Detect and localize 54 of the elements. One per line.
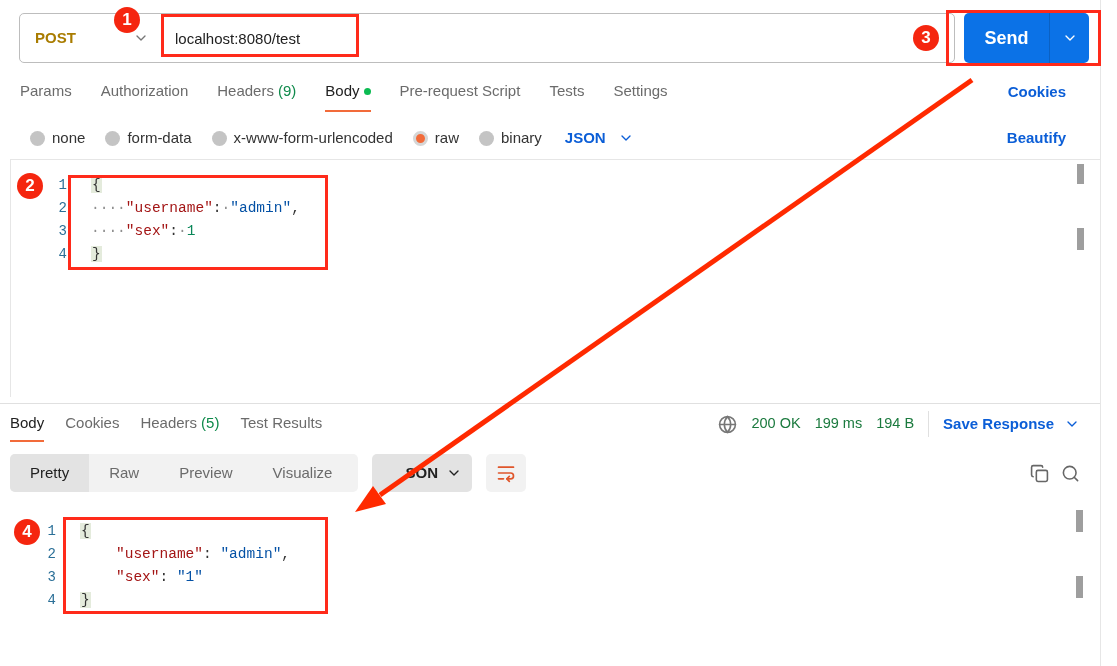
request-tab[interactable]: Headers (9) bbox=[217, 72, 297, 112]
view-mode-tab[interactable]: Visualize bbox=[252, 454, 353, 492]
annotation-number: 3 bbox=[913, 25, 939, 51]
request-tab[interactable]: Body bbox=[325, 72, 371, 112]
send-options-button[interactable] bbox=[1049, 13, 1089, 63]
body-type-radio[interactable]: binary bbox=[478, 126, 542, 150]
view-mode-tab[interactable]: Raw bbox=[89, 454, 160, 492]
request-tab[interactable]: Settings bbox=[613, 72, 668, 112]
wrap-text-icon bbox=[496, 463, 516, 483]
response-size: 194 B bbox=[876, 414, 915, 434]
request-tab[interactable]: Pre-request Script bbox=[399, 72, 521, 112]
line-number: 3 bbox=[47, 568, 56, 587]
response-tab[interactable]: Cookies bbox=[65, 406, 120, 442]
globe-icon[interactable] bbox=[718, 414, 738, 434]
line-number: 1 bbox=[47, 522, 56, 541]
response-tab[interactable]: Headers (5) bbox=[140, 406, 220, 442]
annotation-number: 2 bbox=[17, 173, 43, 199]
code-line: ····"username":·"admin", bbox=[91, 198, 300, 218]
request-tab[interactable]: Tests bbox=[549, 72, 585, 112]
line-number: 2 bbox=[58, 199, 67, 218]
body-type-radio[interactable]: x-www-form-urlencoded bbox=[211, 126, 393, 150]
code-line: "username": "admin", bbox=[116, 544, 291, 564]
response-tab[interactable]: Body bbox=[10, 406, 45, 442]
scrollbar-thumb[interactable] bbox=[1077, 228, 1084, 250]
wrap-lines-button[interactable] bbox=[486, 454, 526, 492]
cookies-link[interactable]: Cookies bbox=[1007, 80, 1066, 104]
send-button[interactable]: Send bbox=[964, 13, 1049, 63]
body-type-radio[interactable]: none bbox=[30, 126, 86, 150]
request-tab[interactable]: Params bbox=[20, 72, 72, 112]
code-line: "sex": "1" bbox=[116, 567, 204, 587]
line-number: 2 bbox=[47, 545, 56, 564]
view-mode-tab[interactable]: Pretty bbox=[10, 454, 90, 492]
annotation-number: 4 bbox=[14, 519, 40, 545]
code-line: ····"sex":·1 bbox=[91, 221, 196, 241]
view-mode-tab[interactable]: Preview bbox=[159, 454, 253, 492]
save-response-button[interactable]: Save Response bbox=[943, 412, 1080, 436]
request-tab[interactable]: Authorization bbox=[100, 72, 189, 112]
body-type-radio[interactable]: form-data bbox=[105, 126, 192, 150]
body-type-radio[interactable]: raw bbox=[412, 126, 459, 150]
status-code: 200 OK bbox=[751, 414, 801, 434]
line-number: 3 bbox=[58, 222, 67, 241]
response-tab[interactable]: Test Results bbox=[240, 406, 323, 442]
line-number: 1 bbox=[58, 176, 67, 195]
annotation-number: 1 bbox=[114, 7, 140, 33]
beautify-button[interactable]: Beautify bbox=[1006, 126, 1066, 150]
language-dropdown[interactable]: JSON bbox=[564, 126, 634, 150]
line-number: 4 bbox=[47, 591, 56, 610]
line-number: 4 bbox=[58, 245, 67, 264]
scrollbar-thumb[interactable] bbox=[1076, 510, 1083, 532]
scrollbar-thumb[interactable] bbox=[1077, 164, 1084, 184]
copy-icon[interactable] bbox=[1030, 463, 1049, 483]
search-icon[interactable] bbox=[1061, 463, 1080, 483]
scrollbar-thumb[interactable] bbox=[1076, 576, 1083, 598]
response-time: 199 ms bbox=[814, 414, 863, 434]
